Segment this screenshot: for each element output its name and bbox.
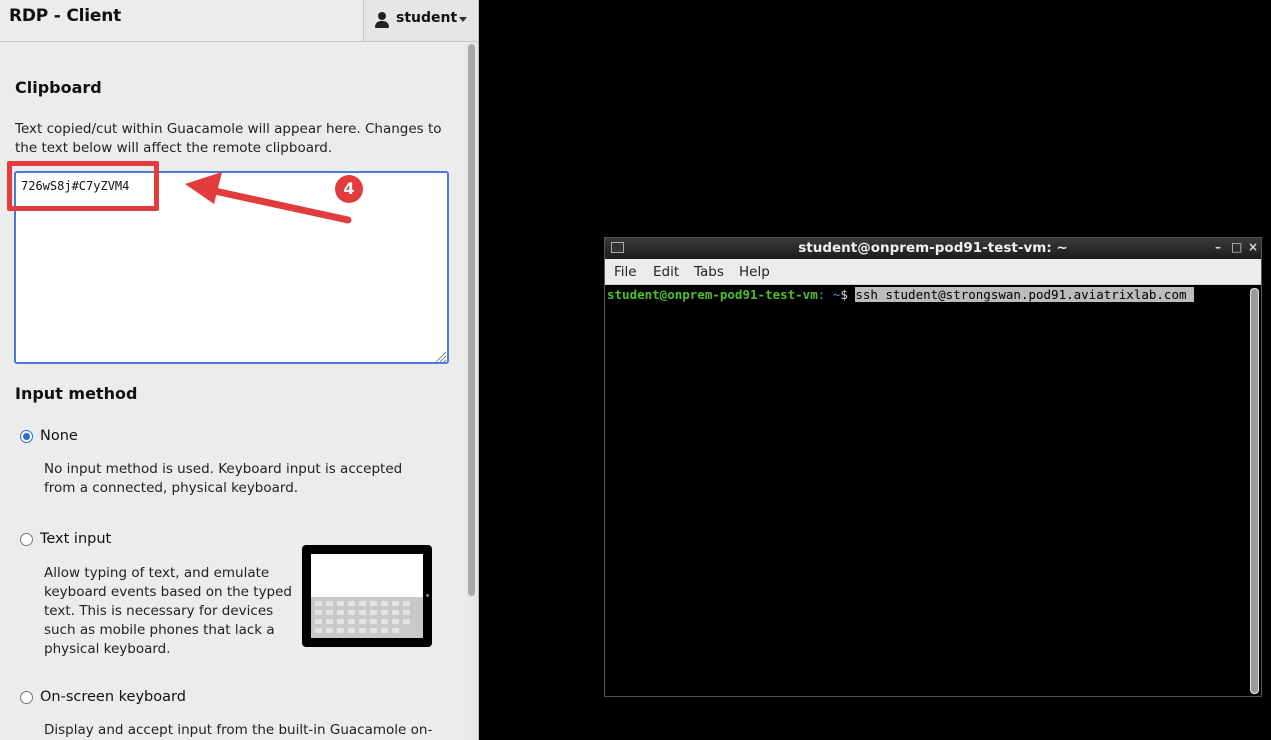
illustration-key <box>381 628 388 633</box>
input-method-osk-option[interactable]: On-screen keyboard <box>20 689 186 705</box>
illustration-key <box>348 619 355 624</box>
menu-tabs[interactable]: Tabs <box>694 264 724 280</box>
close-icon[interactable]: × <box>1248 240 1258 254</box>
caret-down-icon <box>459 17 467 22</box>
annotation-highlight-box <box>7 161 159 211</box>
illustration-key <box>337 619 344 624</box>
illustration-key <box>359 619 366 624</box>
radio-text-input-label[interactable]: Text input <box>40 531 111 547</box>
terminal-window: student@onprem-pod91-test-vm: ~ – □ × Fi… <box>604 237 1262 697</box>
radio-none-label[interactable]: None <box>40 428 78 444</box>
terminal-output[interactable]: student@onprem-pod91-test-vm: ~$ ssh stu… <box>605 285 1261 696</box>
illustration-key <box>370 619 377 624</box>
connection-title: RDP - Client <box>9 6 122 26</box>
menu-header: RDP - Client student <box>0 0 478 42</box>
prompt-path: ~ <box>825 287 841 302</box>
illustration-key <box>348 610 355 615</box>
user-menu-button[interactable]: student <box>363 0 478 41</box>
menu-file[interactable]: File <box>614 264 637 280</box>
illustration-key <box>337 601 344 606</box>
clipboard-heading: Clipboard <box>15 78 102 97</box>
radio-none[interactable] <box>20 429 33 443</box>
radio-text-input[interactable] <box>20 532 33 546</box>
illustration-key <box>326 601 333 606</box>
input-method-heading: Input method <box>15 384 138 403</box>
user-icon <box>375 12 389 28</box>
prompt-symbol: $ <box>840 287 856 302</box>
selected-command: ssh student@strongswan.pod91.aviatrixlab… <box>855 287 1195 302</box>
text-input-description: Allow typing of text, and emulate keyboa… <box>44 565 293 657</box>
illustration-key <box>337 628 344 633</box>
illustration-key <box>326 628 333 633</box>
maximize-icon[interactable]: □ <box>1231 240 1242 254</box>
illustration-key <box>403 619 410 624</box>
illustration-key <box>315 610 322 615</box>
illustration-key <box>392 601 399 606</box>
illustration-key <box>326 619 333 624</box>
input-method-text-option[interactable]: Text input <box>20 531 111 547</box>
illustration-key <box>348 628 355 633</box>
minimize-icon[interactable]: – <box>1215 240 1221 254</box>
illustration-key <box>315 601 322 606</box>
illustration-key <box>392 619 399 624</box>
illustration-key <box>348 601 355 606</box>
terminal-scrollbar[interactable] <box>1250 288 1259 694</box>
terminal-title: student@onprem-pod91-test-vm: ~ <box>798 240 1068 256</box>
terminal-scrollbar-thumb[interactable] <box>1251 289 1258 693</box>
illustration-key <box>359 628 366 633</box>
illustration-key <box>381 610 388 615</box>
illustration-key <box>326 610 333 615</box>
illustration-key <box>392 628 399 633</box>
illustration-key <box>370 610 377 615</box>
illustration-key <box>359 610 366 615</box>
illustration-key <box>337 610 344 615</box>
illustration-key <box>381 619 388 624</box>
input-method-none-option[interactable]: None <box>20 428 78 444</box>
menu-edit[interactable]: Edit <box>653 264 679 280</box>
illustration-key <box>315 628 322 633</box>
terminal-titlebar[interactable]: student@onprem-pod91-test-vm: ~ – □ × <box>605 238 1261 259</box>
radio-on-screen-keyboard-label[interactable]: On-screen keyboard <box>40 689 186 705</box>
illustration-key <box>370 601 377 606</box>
tablet-keyboard-illustration <box>302 545 432 647</box>
user-name: student <box>396 10 458 26</box>
none-description: No input method is used. Keyboard input … <box>44 461 403 496</box>
guacamole-menu-panel: RDP - Client student Clipboard Text copi… <box>0 0 479 740</box>
radio-on-screen-keyboard[interactable] <box>20 690 33 704</box>
clipboard-description: Text copied/cut within Guacamole will ap… <box>15 121 442 156</box>
menu-scrollbar[interactable] <box>465 42 478 740</box>
illustration-key <box>359 601 366 606</box>
on-screen-keyboard-description: Display and accept input from the built-… <box>44 722 433 738</box>
illustration-key <box>315 619 322 624</box>
terminal-menubar: File Edit Tabs Help <box>605 259 1261 285</box>
menu-help[interactable]: Help <box>739 264 770 280</box>
menu-scrollbar-thumb[interactable] <box>468 44 475 596</box>
illustration-key <box>403 601 410 606</box>
annotation-step-badge: 4 <box>335 175 363 203</box>
illustration-key <box>403 610 410 615</box>
prompt-user: student@onprem-pod91-test-vm <box>607 287 818 302</box>
illustration-key <box>392 610 399 615</box>
illustration-key <box>370 628 377 633</box>
illustration-key <box>381 601 388 606</box>
terminal-prompt-line: student@onprem-pod91-test-vm: ~$ ssh stu… <box>607 287 1195 302</box>
annotation-arrow-icon <box>185 172 352 224</box>
